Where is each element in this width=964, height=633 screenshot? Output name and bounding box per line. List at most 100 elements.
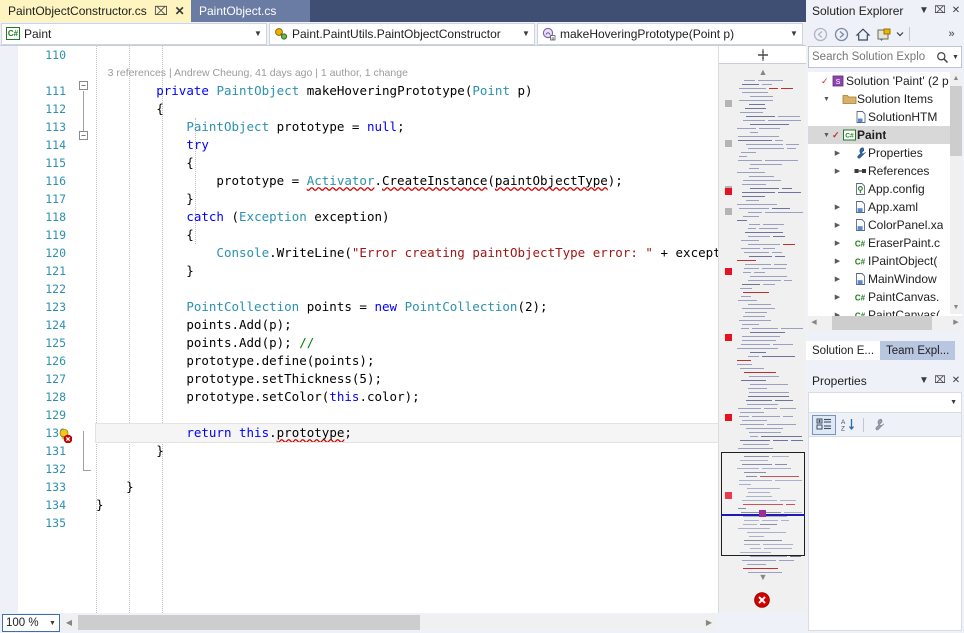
codelens-indicator[interactable]: 3 references | Andrew Cheung, 41 days ag… (96, 64, 718, 82)
code-text-area[interactable]: 3 references | Andrew Cheung, 41 days ag… (95, 46, 718, 613)
overflow-icon[interactable]: » (941, 24, 962, 44)
class-dropdown[interactable]: Paint.PaintUtils.PaintObjectConstructor … (269, 22, 535, 45)
alphabetical-view-icon[interactable]: A Z (836, 415, 860, 435)
code-line[interactable]: } (96, 496, 718, 514)
document-tab-active[interactable]: PaintObjectConstructor.cs ⌧ ✕ (0, 0, 191, 22)
minimap-viewport[interactable] (721, 452, 805, 556)
chevron-right-icon[interactable]: ▶ (832, 221, 843, 229)
chevron-down-icon[interactable]: ▼ (821, 96, 832, 103)
tree-item-eraserpaint-c[interactable]: ▶ C# EraserPaint.c (808, 234, 962, 252)
tree-item-app-xaml[interactable]: ▶ App.xaml (808, 198, 962, 216)
chevron-down-icon[interactable]: ▼ (786, 29, 802, 38)
sync-with-active-document-icon[interactable] (873, 24, 894, 44)
solution-tree[interactable]: ✓ S Solution 'Paint' (2 p ▼ Solution Items So… (808, 72, 962, 330)
chevron-right-icon[interactable]: ▶ (702, 615, 716, 630)
code-line[interactable]: PointCollection points = new PointCollec… (96, 298, 718, 316)
zoom-level-dropdown[interactable]: 100 % ▼ (2, 614, 60, 632)
code-line[interactable]: PaintObject prototype = null; (96, 118, 718, 136)
close-icon[interactable]: ✕ (948, 370, 964, 392)
code-line[interactable]: prototype = Activator.CreateInstance(pai… (96, 172, 718, 190)
error-circle-icon[interactable] (753, 591, 771, 609)
chevron-left-icon[interactable]: ◀ (808, 316, 820, 330)
code-line[interactable]: private PaintObject makeHoveringPrototyp… (96, 82, 718, 100)
pin-icon[interactable]: ⌧ (154, 4, 168, 18)
chevron-down-icon[interactable]: ▼ (916, 370, 932, 392)
tree-item-solution-paint-2-p[interactable]: ✓ S Solution 'Paint' (2 p (808, 72, 962, 90)
tree-item-paintcanvas[interactable]: ▶ C# PaintCanvas. (808, 288, 962, 306)
tree-item-references[interactable]: ▶ References (808, 162, 962, 180)
code-line[interactable]: points.Add(p); // (96, 334, 718, 352)
property-pages-icon[interactable] (867, 415, 891, 435)
tree-item-solutionhtm[interactable]: SolutionHTM (808, 108, 962, 126)
tab-solution-explorer[interactable]: Solution E... (806, 341, 881, 360)
code-line[interactable]: try (96, 136, 718, 154)
code-line[interactable] (96, 46, 718, 64)
chevron-right-icon[interactable]: ▶ (832, 203, 843, 211)
categorized-view-icon[interactable] (812, 414, 836, 435)
tree-item-solution-items[interactable]: ▼ Solution Items (808, 90, 962, 108)
home-icon[interactable] (852, 24, 873, 44)
member-dropdown[interactable]: a makeHoveringPrototype(Point p) ▼ (537, 22, 803, 45)
tab-team-explorer[interactable]: Team Expl... (880, 341, 956, 360)
properties-grid[interactable] (809, 437, 961, 630)
vertical-scrollbar-thumb[interactable] (950, 86, 962, 156)
chevron-right-icon[interactable]: ▶ (832, 293, 843, 301)
forward-icon[interactable] (831, 24, 852, 44)
horizontal-scrollbar[interactable]: ◀ ▶ (62, 615, 716, 630)
code-line[interactable]: { (96, 226, 718, 244)
chevron-right-icon[interactable]: ▶ (832, 239, 843, 247)
chevron-right-icon[interactable]: ▶ (832, 167, 843, 175)
chevron-down-icon[interactable] (894, 24, 906, 44)
tree-item-mainwindow[interactable]: ▶ MainWindow (808, 270, 962, 288)
search-solution-explorer-row[interactable]: ▼ (808, 46, 962, 68)
tree-item-properties[interactable]: ▶ Properties (808, 144, 962, 162)
outlining-margin[interactable]: − − (74, 46, 96, 613)
chevron-down-icon[interactable]: ▼ (518, 29, 534, 38)
code-line[interactable]: prototype.define(points); (96, 352, 718, 370)
editor-map-scrollbar[interactable]: ▲ ▼ (718, 46, 807, 613)
horizontal-scrollbar-thumb[interactable] (832, 316, 932, 330)
pin-icon[interactable]: ⌧ (932, 370, 948, 392)
document-tab-inactive[interactable]: PaintObject.cs (191, 0, 310, 22)
chevron-down-icon[interactable]: ▼ (250, 29, 266, 38)
outlining-collapse-box[interactable]: − (79, 131, 88, 140)
chevron-down-icon[interactable]: ▼ (821, 132, 832, 139)
split-view-icon[interactable] (719, 46, 807, 64)
chevron-right-icon[interactable]: ▶ (832, 275, 843, 283)
code-line[interactable]: } (96, 478, 718, 496)
chevron-right-icon[interactable]: ▶ (832, 257, 843, 265)
pin-icon[interactable]: ⌧ (932, 0, 948, 22)
code-line[interactable]: { (96, 100, 718, 118)
code-line[interactable]: prototype.setThickness(5); (96, 370, 718, 388)
chevron-down-icon[interactable]: ▼ (719, 571, 807, 583)
chevron-right-icon[interactable]: ▶ (832, 149, 843, 157)
chevron-down-icon[interactable]: ▼ (950, 399, 957, 406)
code-line[interactable]: catch (Exception exception) (96, 208, 718, 226)
code-line[interactable]: return this.prototype; (95, 423, 718, 443)
code-line[interactable]: } (96, 262, 718, 280)
tree-item-paint[interactable]: ▼ ✓ C# Paint (808, 126, 962, 144)
code-line[interactable]: points.Add(p); (96, 316, 718, 334)
project-dropdown[interactable]: C# Paint ▼ (1, 22, 267, 45)
search-input[interactable] (809, 51, 934, 63)
search-icon[interactable] (934, 51, 950, 64)
tree-item-app-config[interactable]: App.config (808, 180, 962, 198)
code-line[interactable] (96, 406, 718, 424)
code-line[interactable]: } (96, 190, 718, 208)
chevron-right-icon[interactable]: ▶ (950, 316, 962, 330)
code-editor[interactable]: 110 111 112 113 114 115 116 117 118 119 120 121 122 1… (0, 46, 718, 613)
horizontal-scrollbar-thumb[interactable] (78, 615, 420, 630)
close-icon[interactable]: ✕ (948, 0, 964, 22)
code-line[interactable] (96, 280, 718, 298)
chevron-down-icon[interactable]: ▼ (916, 0, 932, 22)
tree-item-colorpanel-xa[interactable]: ▶ ColorPanel.xa (808, 216, 962, 234)
outlining-collapse-box[interactable]: − (79, 81, 88, 90)
chevron-up-icon[interactable]: ▲ (719, 66, 807, 78)
code-line[interactable]: Console.WriteLine("Error creating paintO… (96, 244, 718, 262)
chevron-left-icon[interactable]: ◀ (62, 615, 76, 630)
back-icon[interactable] (810, 24, 831, 44)
lightbulb-error-icon[interactable] (57, 428, 73, 444)
code-line[interactable] (96, 460, 718, 478)
properties-object-dropdown[interactable]: ▼ (809, 393, 961, 413)
code-line[interactable]: } (96, 442, 718, 460)
